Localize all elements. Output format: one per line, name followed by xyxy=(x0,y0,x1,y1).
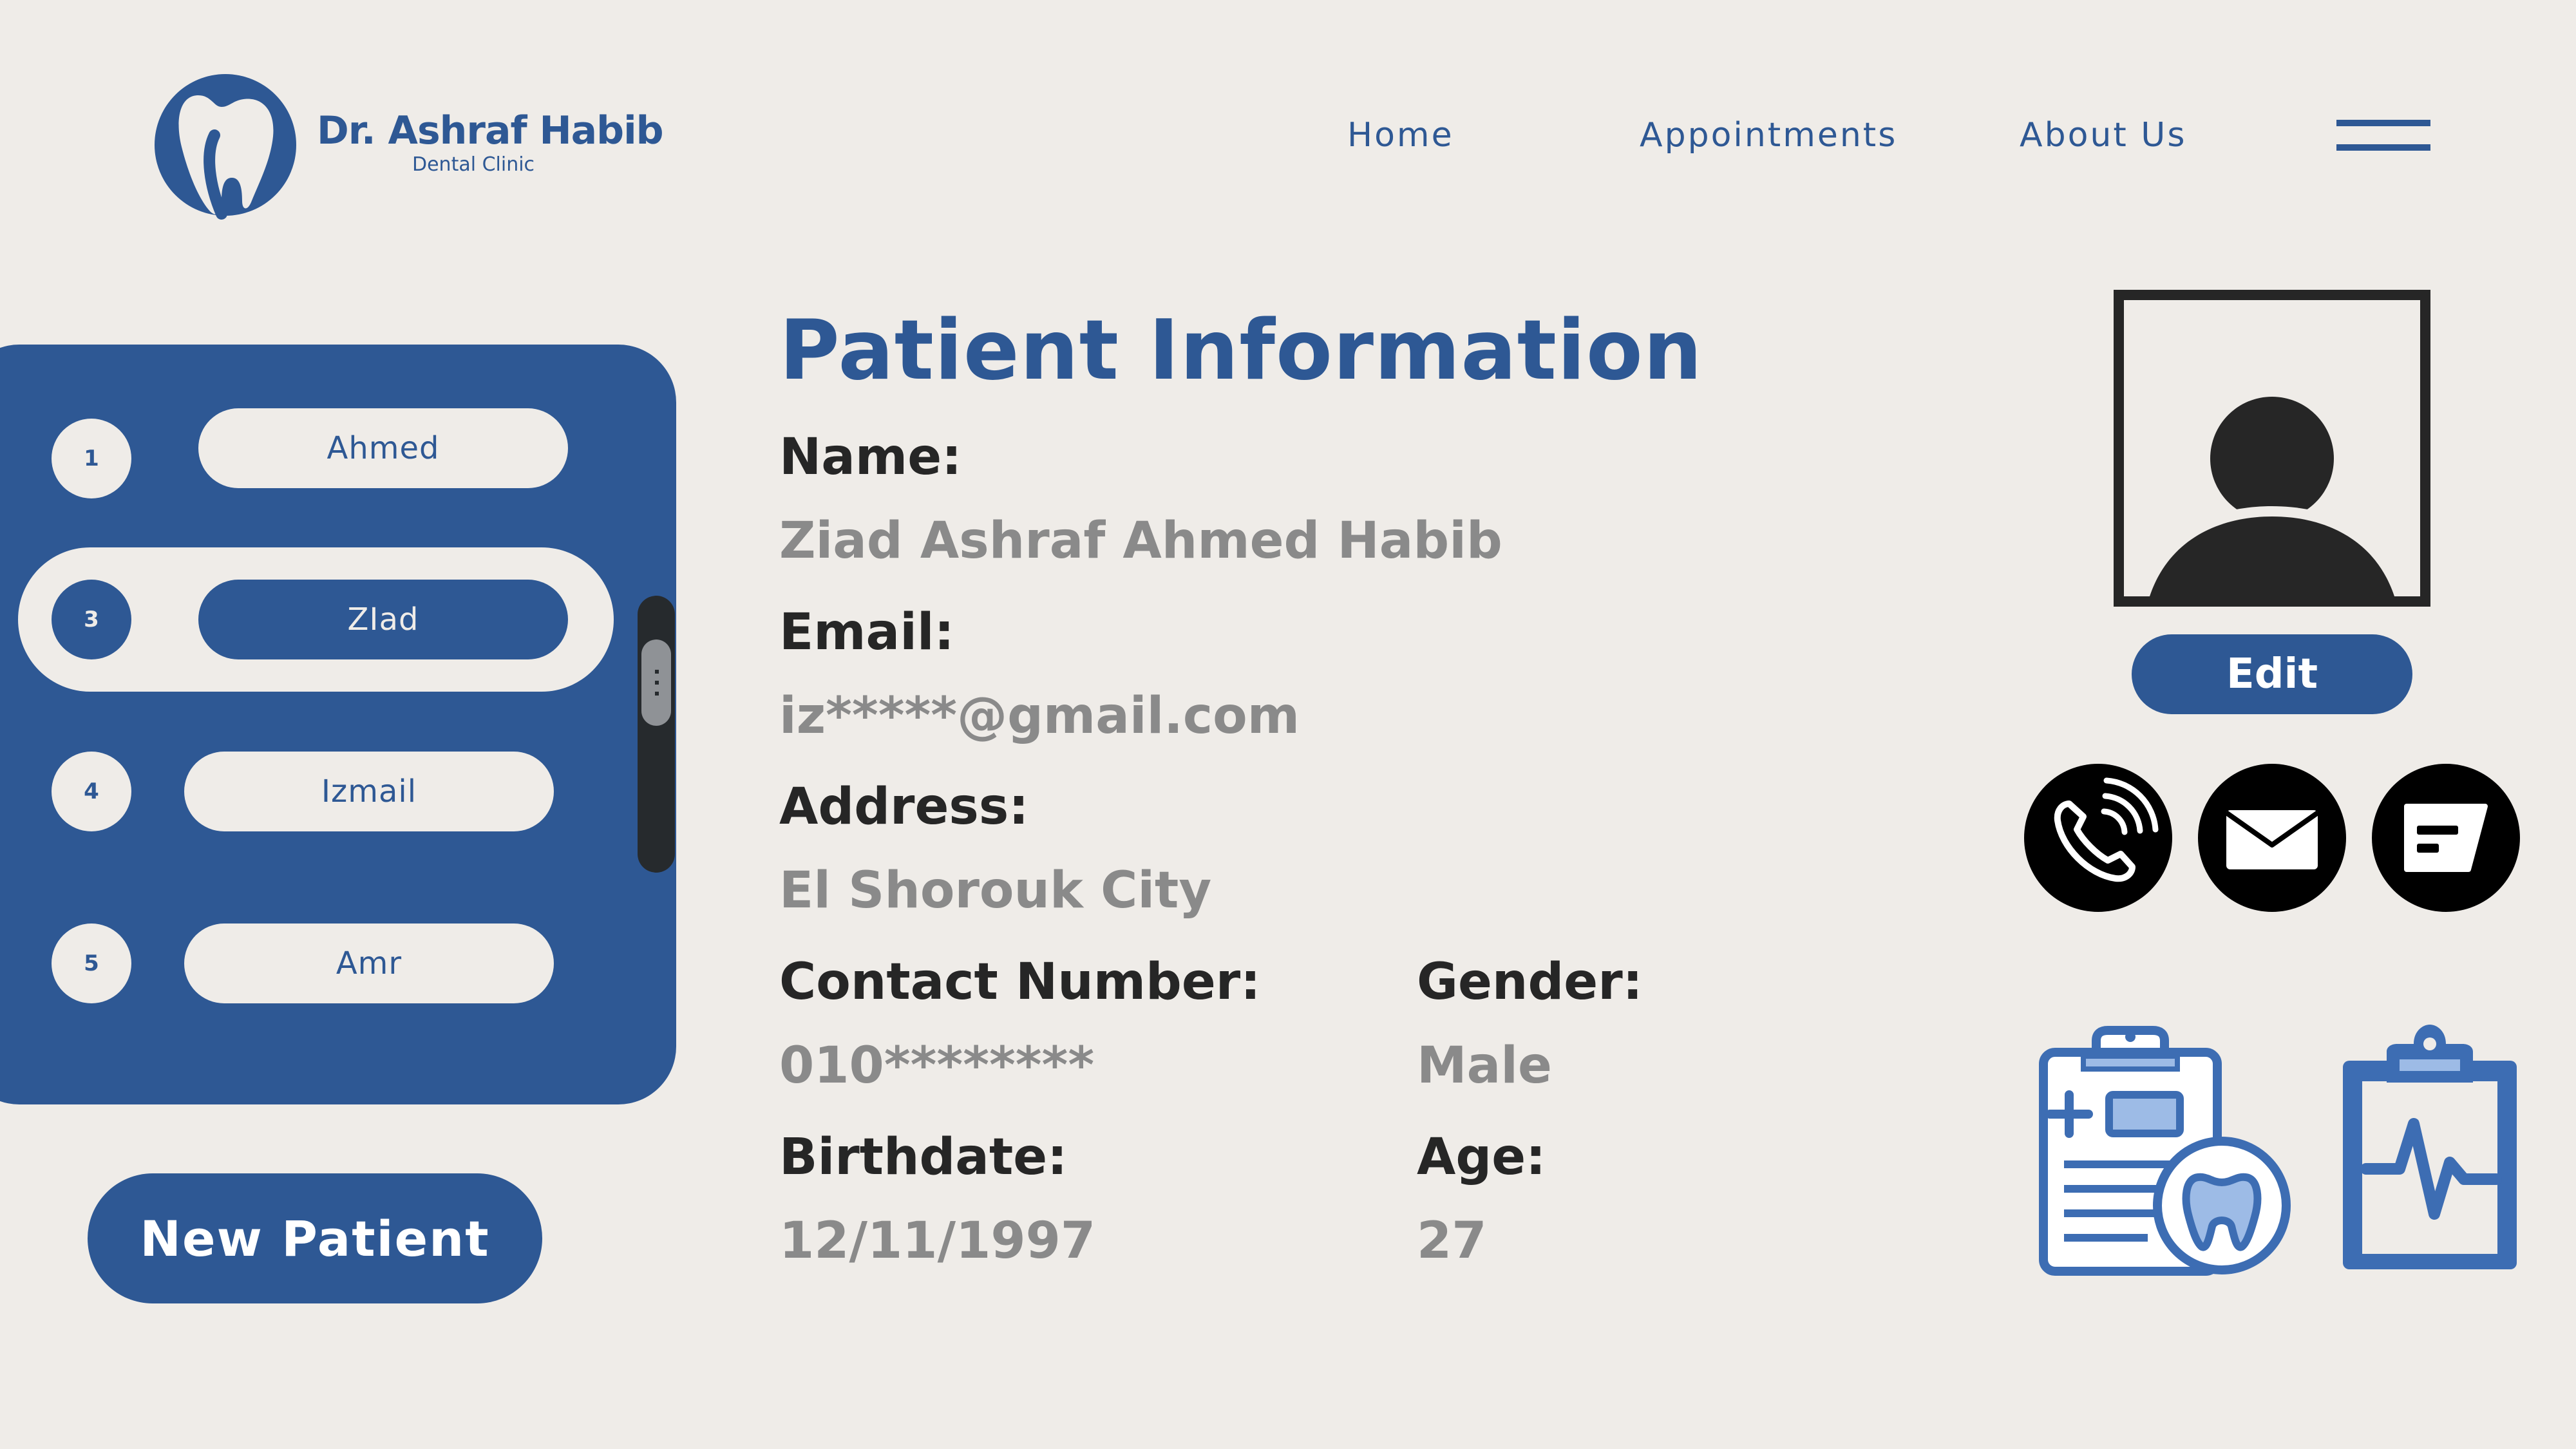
contact-number-value: 010******** xyxy=(779,1037,1095,1095)
nav-appointments[interactable]: Appointments xyxy=(1640,116,1897,155)
phone-icon[interactable] xyxy=(2024,764,2172,912)
patient-name-button[interactable]: Amr xyxy=(184,923,554,1003)
gender-value: Male xyxy=(1417,1037,1552,1095)
address-label: Address: xyxy=(779,778,1029,836)
scrollbar-grip-icon xyxy=(655,670,659,696)
patient-name-button[interactable]: Ahmed xyxy=(198,408,568,488)
brand-subtitle: Dental Clinic xyxy=(412,153,535,176)
hamburger-menu-icon[interactable] xyxy=(2336,120,2430,152)
patient-number-badge[interactable]: 5 xyxy=(52,923,131,1003)
dental-record-icon[interactable] xyxy=(2038,1024,2296,1282)
patient-number-badge[interactable]: 4 xyxy=(52,752,131,831)
gender-label: Gender: xyxy=(1417,953,1643,1011)
email-value: iz*****@gmail.com xyxy=(779,687,1300,745)
patient-name-button-selected[interactable]: ZIad xyxy=(198,580,568,659)
name-value: Ziad Ashraf Ahmed Habib xyxy=(779,512,1502,570)
user-avatar-icon xyxy=(2142,389,2402,596)
nav-home[interactable]: Home xyxy=(1347,116,1454,155)
address-value: El Shorouk City xyxy=(779,862,1212,920)
page-title: Patient Information xyxy=(779,303,1703,399)
edit-button[interactable]: Edit xyxy=(2132,634,2412,714)
patient-list-scrollbar[interactable] xyxy=(638,596,675,873)
birthdate-value: 12/11/1997 xyxy=(779,1212,1096,1270)
patient-name-button[interactable]: Izmail xyxy=(184,752,554,831)
patient-number-badge[interactable]: 1 xyxy=(52,419,131,498)
nav-about-us[interactable]: About Us xyxy=(2020,116,2186,155)
new-patient-button[interactable]: New Patient xyxy=(88,1173,542,1303)
clinic-logo-icon xyxy=(153,64,301,232)
medical-clipboard-icon[interactable] xyxy=(2338,1021,2524,1278)
birthdate-label: Birthdate: xyxy=(779,1128,1068,1186)
contact-number-label: Contact Number: xyxy=(779,953,1261,1011)
patient-photo xyxy=(2114,290,2430,607)
age-label: Age: xyxy=(1417,1128,1546,1186)
email-label: Email: xyxy=(779,603,954,661)
mail-icon[interactable] xyxy=(2198,764,2346,912)
age-value: 27 xyxy=(1417,1212,1487,1270)
name-label: Name: xyxy=(779,428,962,486)
patient-number-badge-selected[interactable]: 3 xyxy=(52,580,131,659)
message-icon[interactable] xyxy=(2372,764,2520,912)
brand-name: Dr. Ashraf Habib xyxy=(317,108,664,153)
